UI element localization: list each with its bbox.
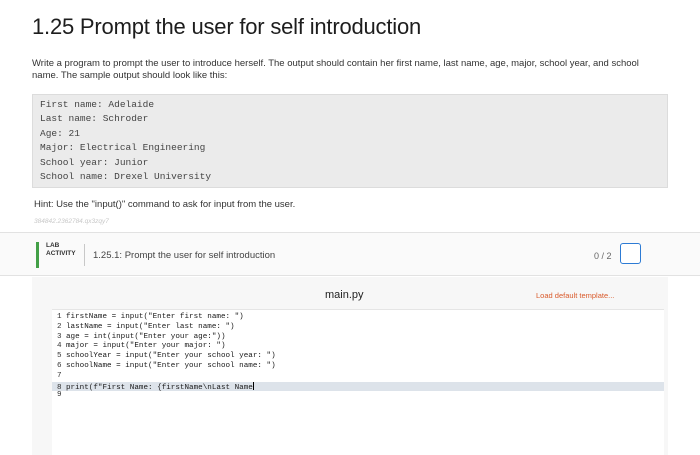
text-cursor — [252, 381, 254, 390]
line-number: 7 — [57, 371, 62, 380]
code-line[interactable]: 9 — [52, 391, 664, 401]
code-line[interactable]: 8 print(f"First Name: {firstName\nLast Na… — [52, 381, 664, 392]
faint-id-text: 384842.2362784.qx3zqy7 — [34, 218, 109, 225]
line-number: 9 — [57, 391, 62, 400]
code-text: lastName = input("Enter last name: ") — [66, 322, 235, 331]
code-line[interactable]: 5 schoolYear = input("Enter your school y… — [52, 352, 664, 362]
sample-line: Age: 21 — [40, 127, 80, 139]
line-number: 4 — [57, 342, 62, 351]
code-text: major = input("Enter your major: ") — [66, 342, 226, 351]
line-number: 3 — [57, 332, 62, 341]
page-title: 1.25 Prompt the user for self introducti… — [32, 14, 422, 39]
lab-activity-badge: LAB ACTIVITY — [36, 242, 82, 268]
code-line[interactable]: 3 age = int(input("Enter your age:")) — [52, 333, 664, 343]
line-number: 2 — [57, 322, 62, 331]
sample-line: School year: Junior — [40, 156, 149, 168]
code-line[interactable]: 4 major = input("Enter your major: ") — [52, 342, 664, 352]
lab-score: 0 / 2 — [594, 251, 612, 261]
sample-line: First name: Adelaide — [40, 99, 155, 110]
line-number: 1 — [57, 313, 62, 321]
load-default-template-link[interactable]: Load default template... — [536, 291, 614, 300]
lab-divider — [84, 244, 85, 266]
code-line[interactable]: 1 firstName = input("Enter first name: ") — [52, 313, 664, 323]
hint-text: Hint: Use the "input()" command to ask f… — [34, 199, 296, 210]
score-checkbox-icon — [620, 243, 641, 264]
sample-line: Last name: Schroder — [40, 113, 149, 125]
code-text: age = int(input("Enter your age:")) — [66, 332, 226, 341]
sample-line: School name: Drexel University — [40, 171, 212, 183]
line-number: 6 — [57, 362, 62, 370]
lab-activity-header: LAB ACTIVITY 1.25.1: Prompt the user for… — [0, 232, 700, 276]
code-line[interactable]: 2 lastName = input("Enter last name: ") — [52, 323, 664, 333]
code-line[interactable]: 7 — [52, 372, 664, 382]
lab-badge-line2: ACTIVITY — [46, 250, 76, 257]
intro-text: Write a program to prompt the user to in… — [32, 58, 639, 81]
line-number: 5 — [57, 352, 62, 361]
file-name: main.py — [325, 289, 364, 301]
code-editor[interactable]: 1 firstName = input("Enter first name: ")… — [52, 309, 664, 455]
code-text: schoolName = input("Enter your school na… — [66, 362, 276, 370]
code-text: print(f"First Name: {firstName\nLast Nam… — [66, 383, 253, 392]
code-line[interactable]: 6 schoolName = input("Enter your school n… — [52, 362, 664, 372]
lab-title: 1.25.1: Prompt the user for self introdu… — [93, 250, 276, 261]
sample-output-box: First name: Adelaide Last name: Schroder… — [32, 94, 668, 188]
code-text: schoolYear = input("Enter your school ye… — [66, 352, 276, 361]
lab-badge-line1: LAB — [46, 242, 60, 249]
code-text: firstName = input("Enter first name: ") — [66, 313, 244, 321]
sample-line: Major: Electrical Engineering — [40, 142, 206, 154]
